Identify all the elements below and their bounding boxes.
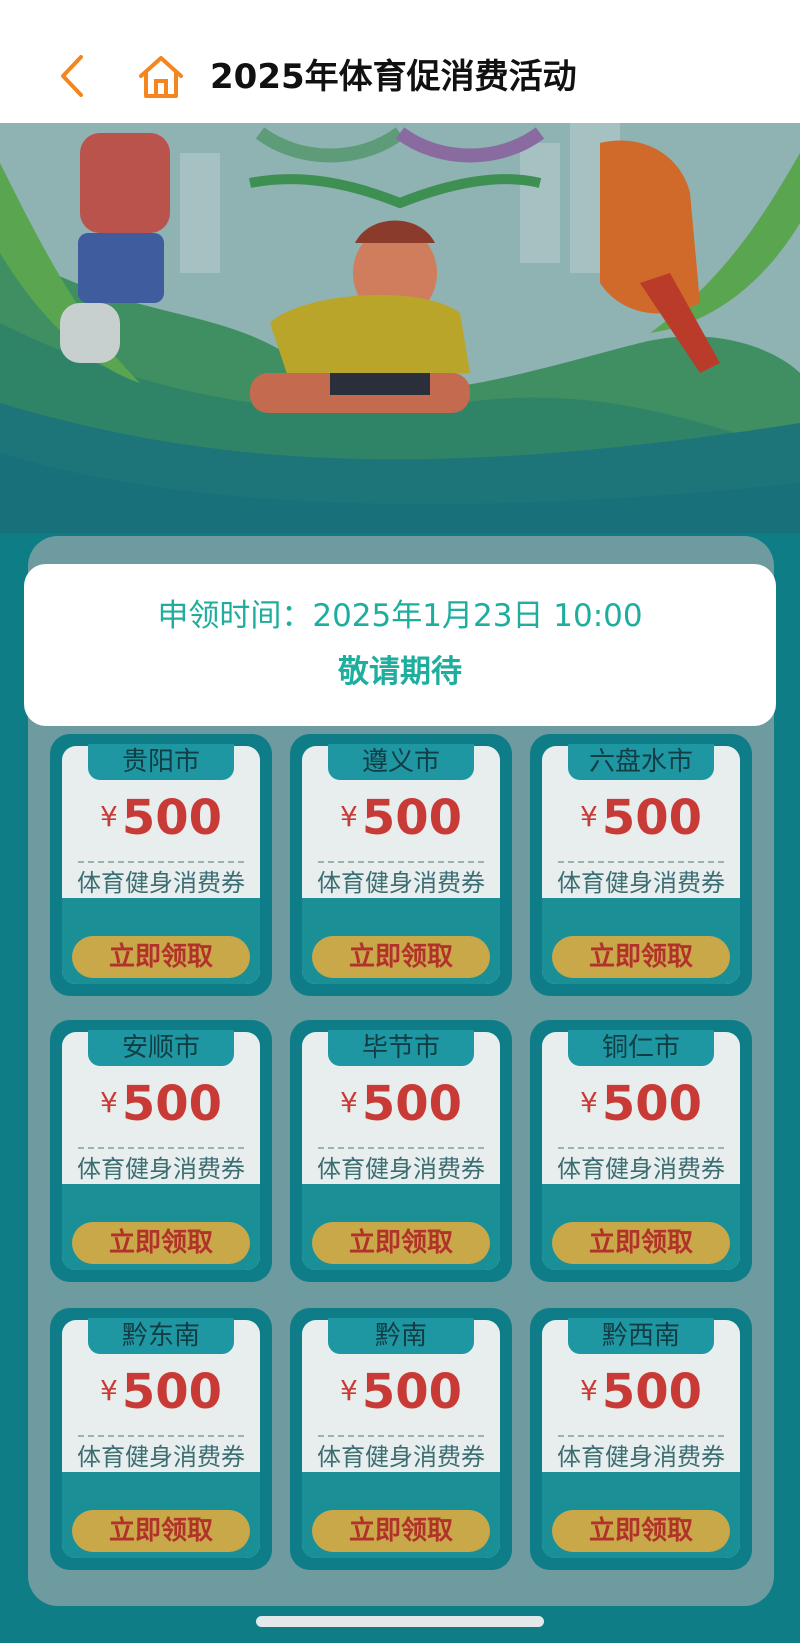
amount-value: 500 [361, 790, 463, 846]
divider [318, 1435, 484, 1437]
claim-button[interactable]: 立即领取 [72, 1510, 250, 1552]
coupon-city: 黔西南 [568, 1318, 714, 1354]
currency-symbol: ¥ [99, 1086, 118, 1119]
divider [78, 1147, 244, 1149]
amount-value: 500 [361, 1364, 463, 1420]
coupon-city: 贵阳市 [88, 744, 234, 780]
divider [558, 1435, 724, 1437]
top-bar: 2025年体育促消费活动 [0, 0, 800, 123]
claim-button[interactable]: 立即领取 [552, 1510, 730, 1552]
claim-button[interactable]: 立即领取 [552, 1222, 730, 1264]
coupon-city: 毕节市 [328, 1030, 474, 1066]
coupon-city: 安顺市 [88, 1030, 234, 1066]
coupon-description: 体育健身消费券 [77, 869, 245, 897]
divider [558, 1147, 724, 1149]
coupon-card: 遵义市 ¥500 体育健身消费券 立即领取 [290, 734, 512, 996]
divider [78, 861, 244, 863]
back-button[interactable] [52, 54, 92, 102]
claim-time-text: 申领时间：2025年1月23日 10:00 [157, 598, 643, 634]
currency-symbol: ¥ [339, 1374, 358, 1407]
claim-button[interactable]: 立即领取 [312, 936, 490, 978]
divider [318, 861, 484, 863]
coupon-amount: ¥500 [530, 1076, 752, 1132]
coupon-description: 体育健身消费券 [317, 1155, 485, 1183]
amount-value: 500 [121, 790, 223, 846]
coupon-description: 体育健身消费券 [317, 1443, 485, 1471]
amount-value: 500 [361, 1076, 463, 1132]
coupon-city: 黔东南 [88, 1318, 234, 1354]
coupon-card: 黔东南 ¥500 体育健身消费券 立即领取 [50, 1308, 272, 1570]
currency-symbol: ¥ [99, 800, 118, 833]
divider [318, 1147, 484, 1149]
coupon-card: 六盘水市 ¥500 体育健身消费券 立即领取 [530, 734, 752, 996]
coupon-city: 铜仁市 [568, 1030, 714, 1066]
stay-tuned-text: 敬请期待 [338, 654, 462, 690]
coupon-description: 体育健身消费券 [77, 1443, 245, 1471]
claim-button[interactable]: 立即领取 [72, 1222, 250, 1264]
chevron-left-icon [57, 53, 87, 103]
coupon-amount: ¥500 [290, 1076, 512, 1132]
amount-value: 500 [121, 1076, 223, 1132]
amount-value: 500 [121, 1364, 223, 1420]
coupon-description: 体育健身消费券 [557, 1155, 725, 1183]
coupon-card: 毕节市 ¥500 体育健身消费券 立即领取 [290, 1020, 512, 1282]
amount-value: 500 [601, 1076, 703, 1132]
home-icon [136, 56, 186, 106]
coupon-amount: ¥500 [50, 790, 272, 846]
claim-time-notice: 申领时间：2025年1月23日 10:00 敬请期待 [24, 564, 776, 726]
coupon-card: 黔西南 ¥500 体育健身消费券 立即领取 [530, 1308, 752, 1570]
amount-value: 500 [601, 790, 703, 846]
currency-symbol: ¥ [579, 1374, 598, 1407]
coupon-amount: ¥500 [50, 1364, 272, 1420]
currency-symbol: ¥ [99, 1374, 118, 1407]
claim-button[interactable]: 立即领取 [72, 936, 250, 978]
hero-banner-illustration [0, 123, 800, 533]
coupon-card: 铜仁市 ¥500 体育健身消费券 立即领取 [530, 1020, 752, 1282]
currency-symbol: ¥ [579, 800, 598, 833]
currency-symbol: ¥ [339, 800, 358, 833]
currency-symbol: ¥ [579, 1086, 598, 1119]
coupon-amount: ¥500 [530, 790, 752, 846]
coupon-amount: ¥500 [290, 1364, 512, 1420]
coupon-description: 体育健身消费券 [557, 1443, 725, 1471]
divider [558, 861, 724, 863]
coupon-amount: ¥500 [50, 1076, 272, 1132]
coupon-city: 黔南 [328, 1318, 474, 1354]
divider [78, 1435, 244, 1437]
claim-button[interactable]: 立即领取 [312, 1510, 490, 1552]
coupon-card: 贵阳市 ¥500 体育健身消费券 立即领取 [50, 734, 272, 996]
coupon-amount: ¥500 [530, 1364, 752, 1420]
coupon-city: 六盘水市 [568, 744, 714, 780]
page-title: 2025年体育促消费活动 [210, 57, 577, 97]
coupon-city: 遵义市 [328, 744, 474, 780]
coupon-card: 黔南 ¥500 体育健身消费券 立即领取 [290, 1308, 512, 1570]
home-button[interactable] [136, 52, 186, 102]
coupon-description: 体育健身消费券 [77, 1155, 245, 1183]
coupon-amount: ¥500 [290, 790, 512, 846]
claim-button[interactable]: 立即领取 [552, 936, 730, 978]
amount-value: 500 [601, 1364, 703, 1420]
home-indicator-bar[interactable] [256, 1616, 544, 1627]
coupon-description: 体育健身消费券 [317, 869, 485, 897]
coupon-description: 体育健身消费券 [557, 869, 725, 897]
coupon-card: 安顺市 ¥500 体育健身消费券 立即领取 [50, 1020, 272, 1282]
claim-button[interactable]: 立即领取 [312, 1222, 490, 1264]
currency-symbol: ¥ [339, 1086, 358, 1119]
